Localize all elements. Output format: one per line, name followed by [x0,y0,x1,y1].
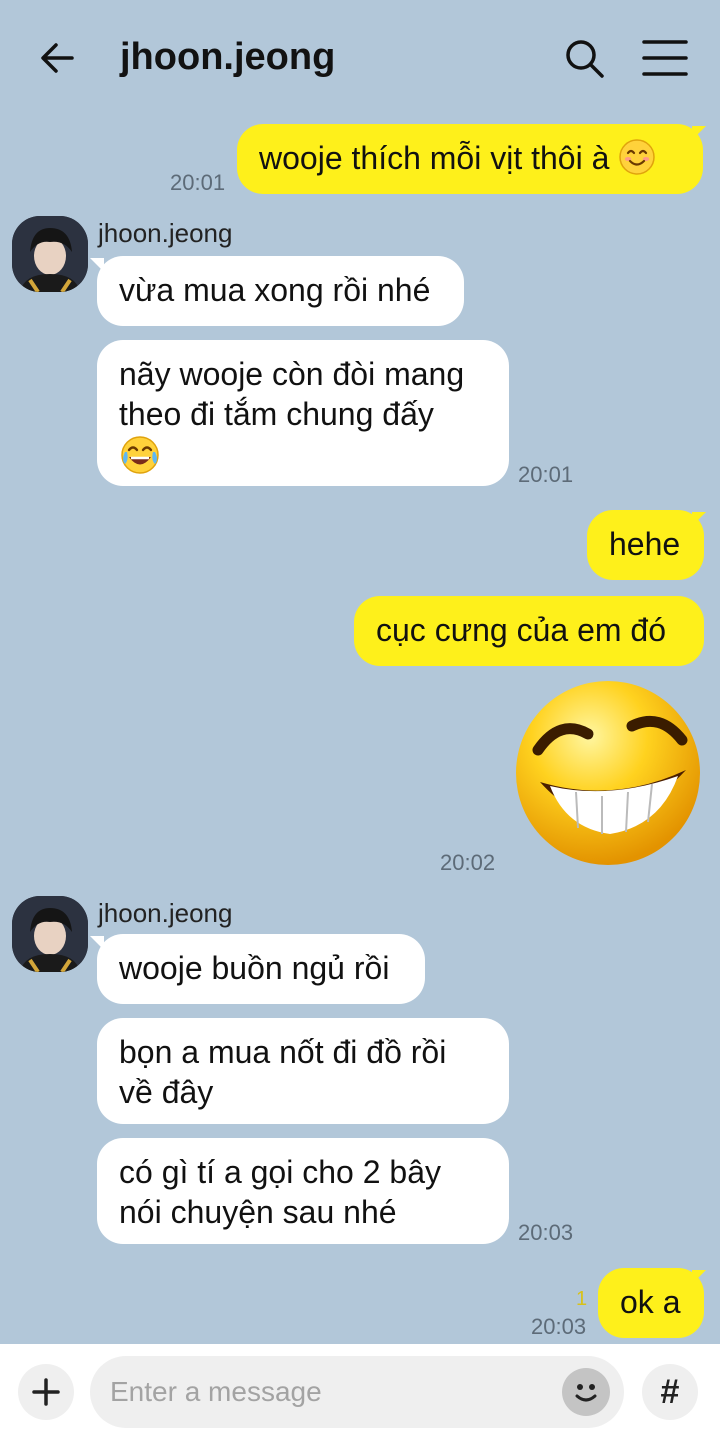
their-message-bubble[interactable]: có gì tí a gọi cho 2 bây nói chuyện sau … [97,1138,509,1244]
unread-count: 1 [576,1288,588,1310]
their-message-bubble[interactable]: nãy wooje còn đòi mang theo đi tắm chung… [97,340,509,486]
message-text-line: theo đi tắm chung đấy [119,396,434,432]
their-message-bubble[interactable]: bọn a mua nốt đi đồ rồi về đây [97,1018,509,1124]
sender-name: jhoon.jeong [98,898,233,928]
my-message-bubble[interactable]: hehe [587,510,704,580]
hashtag-button[interactable]: # [642,1364,698,1420]
message-composer: # [0,1344,720,1440]
their-message-bubble[interactable]: vừa mua xong rồi nhé [97,256,464,326]
avatar[interactable] [12,896,88,972]
message-time: 20:03 [531,1314,587,1339]
laughing-emoji-sticker-icon[interactable] [510,678,706,868]
plus-icon [32,1378,60,1406]
message-time: 20:03 [518,1220,574,1245]
avatar-portrait-icon [12,216,88,292]
message-text: cục cưng của em đó [376,612,667,648]
message-text: wooje thích mỗi vịt thôi à [259,140,610,176]
message-time: 20:01 [170,170,226,195]
bubble-tail [692,1270,706,1284]
bubble-tail [692,126,706,140]
attach-button[interactable] [18,1364,74,1420]
message-text: ok a [620,1284,681,1320]
message-input[interactable] [110,1370,550,1414]
hashtag-icon: # [660,1373,680,1411]
message-time: 20:01 [518,462,574,487]
search-icon[interactable] [560,34,608,82]
message-text-line: nói chuyện sau nhé [119,1194,397,1230]
my-message-bubble[interactable]: cục cưng của em đó [354,596,704,666]
tears-of-joy-emoji-icon [121,436,159,474]
message-text-line: nãy wooje còn đòi mang [119,356,465,392]
sender-name: jhoon.jeong [98,218,233,248]
message-time: 20:02 [440,850,496,875]
emoji-button[interactable] [562,1368,610,1416]
message-text: wooje buồn ngủ rồi [119,950,390,986]
avatar[interactable] [12,216,88,292]
message-text-line: về đây [119,1074,214,1110]
avatar-portrait-icon [12,896,88,972]
message-text-line: có gì tí a gọi cho 2 bây [119,1154,441,1190]
back-arrow-icon[interactable] [34,34,82,82]
bubble-tail [692,512,706,526]
message-text: vừa mua xong rồi nhé [119,272,431,308]
my-message-bubble[interactable]: ok a [598,1268,704,1338]
message-text: hehe [609,526,681,562]
my-message-bubble[interactable]: wooje thích mỗi vịt thôi à [237,124,703,194]
message-text-line: bọn a mua nốt đi đồ rồi [119,1034,447,1070]
chat-title: jhoon.jeong [120,36,336,78]
smiling-face-emoji-icon [619,139,656,175]
chat-header: jhoon.jeong [0,0,720,116]
menu-icon[interactable] [640,36,690,80]
message-input-wrapper [90,1356,624,1428]
emoji-icon [575,1384,597,1402]
their-message-bubble[interactable]: wooje buồn ngủ rồi [97,934,425,1004]
